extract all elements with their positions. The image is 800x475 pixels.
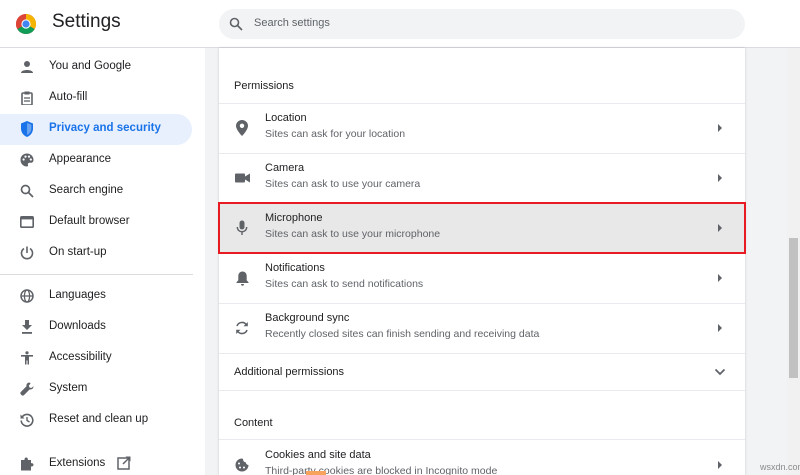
permission-row-notifications[interactable]: Notifications Sites can ask to send noti… [219,253,745,303]
header: Settings Search settings [0,0,800,48]
sidebar-item-search-engine[interactable]: Search engine [0,176,192,207]
sidebar-item-on-start-up[interactable]: On start-up [0,238,192,269]
permission-row-camera[interactable]: Camera Sites can ask to use your camera [219,153,745,203]
row-title: Cookies and site data [265,449,371,461]
cookie-icon [234,457,250,473]
permission-row-background-sync[interactable]: Background sync Recently closed sites ca… [219,303,745,353]
sidebar-item-label: You and Google [49,60,132,72]
sidebar-item-accessibility[interactable]: Accessibility [0,343,192,374]
palette-icon [19,152,35,168]
reset-icon [19,412,35,428]
row-subtitle: Sites can ask to send notifications [265,278,424,290]
row-title: Notifications [265,262,325,274]
arrow-right-icon [718,461,722,469]
arrow-right-icon [718,174,722,182]
row-title: Camera [265,162,305,174]
arrow-right-icon [718,224,722,232]
sidebar-item-label: Auto-fill [49,91,88,103]
sidebar-item-default-browser[interactable]: Default browser [0,207,192,238]
row-subtitle: Sites can ask to use your microphone [265,228,441,240]
row-subtitle: Recently closed sites can finish sending… [265,328,540,340]
chrome-logo-icon[interactable] [16,14,36,34]
sidebar-divider [0,274,193,275]
sidebar-item-extensions[interactable]: Extensions [0,449,192,475]
puzzle-icon [19,456,35,472]
sidebar-item-languages[interactable]: Languages [0,281,192,312]
row-subtitle: Sites can ask for your location [265,128,406,140]
clipboard-icon [19,90,35,106]
row-divider [219,390,745,391]
search-icon [229,17,243,31]
additional-permissions-expander[interactable]: Additional permissions [219,354,745,390]
search-icon [19,183,35,199]
download-icon [19,319,35,335]
power-icon [19,245,35,261]
person-icon [19,59,35,75]
bell-icon [234,270,250,286]
arrow-right-icon [718,324,722,332]
row-subtitle: Sites can ask to use your camera [265,178,421,190]
content-row-cookies[interactable]: Cookies and site data Third-party cookie… [219,440,745,475]
settings-card: Permissions Location Sites can ask for y… [218,48,746,475]
sidebar-item-auto-fill[interactable]: Auto-fill [0,83,192,114]
sidebar-item-label: Reset and clean up [49,413,149,425]
arrow-right-icon [718,274,722,282]
sidebar-item-label: System [49,382,88,394]
row-title: Background sync [265,312,350,324]
sidebar-item-label: Default browser [49,215,130,227]
sidebar-item-downloads[interactable]: Downloads [0,312,192,343]
search-input[interactable]: Search settings [219,9,745,39]
sidebar-item-label: Downloads [49,320,106,332]
row-title: Microphone [265,212,323,224]
watermark: wsxdn.com [760,462,800,472]
sidebar-item-label: Appearance [49,153,112,165]
sidebar: You and Google Auto-fill Privacy and sec… [0,48,205,475]
wrench-icon [19,381,35,397]
sidebar-item-appearance[interactable]: Appearance [0,145,192,176]
orange-mark [306,471,326,475]
sidebar-item-privacy-and-security[interactable]: Privacy and security [0,114,192,145]
scrollbar-thumb[interactable] [789,238,798,378]
sidebar-item-label: Search engine [49,184,124,196]
sidebar-item-label: Accessibility [49,351,112,363]
accessibility-icon [19,350,35,366]
sidebar-item-system[interactable]: System [0,374,192,405]
additional-permissions-label: Additional permissions [234,366,345,378]
shield-icon [19,121,35,137]
globe-icon [19,288,35,304]
sidebar-item-label: On start-up [49,246,107,258]
row-subtitle: Third-party cookies are blocked in Incog… [265,465,498,475]
permission-row-location[interactable]: Location Sites can ask for your location [219,103,745,153]
sidebar-item-you-and-google[interactable]: You and Google [0,52,192,83]
microphone-icon [234,220,250,236]
scrollbar[interactable] [787,48,800,475]
sidebar-item-label: Languages [49,289,106,301]
browser-icon [19,214,35,230]
page-title: Settings [52,11,121,32]
section-title-permissions: Permissions [234,80,294,92]
sidebar-item-label: Extensions [49,457,106,469]
chevron-down-icon [714,368,726,376]
permission-row-microphone[interactable]: Microphone Sites can ask to use your mic… [218,202,746,254]
search-placeholder: Search settings [254,17,330,29]
arrow-right-icon [718,124,722,132]
sidebar-item-label: Privacy and security [49,122,161,134]
camera-icon [234,170,250,186]
external-link-icon[interactable] [117,456,131,470]
row-title: Location [265,112,307,124]
sidebar-item-reset-and-clean-up[interactable]: Reset and clean up [0,405,192,436]
location-pin-icon [234,120,250,136]
section-title-content: Content [234,417,273,429]
sync-icon [234,320,250,336]
